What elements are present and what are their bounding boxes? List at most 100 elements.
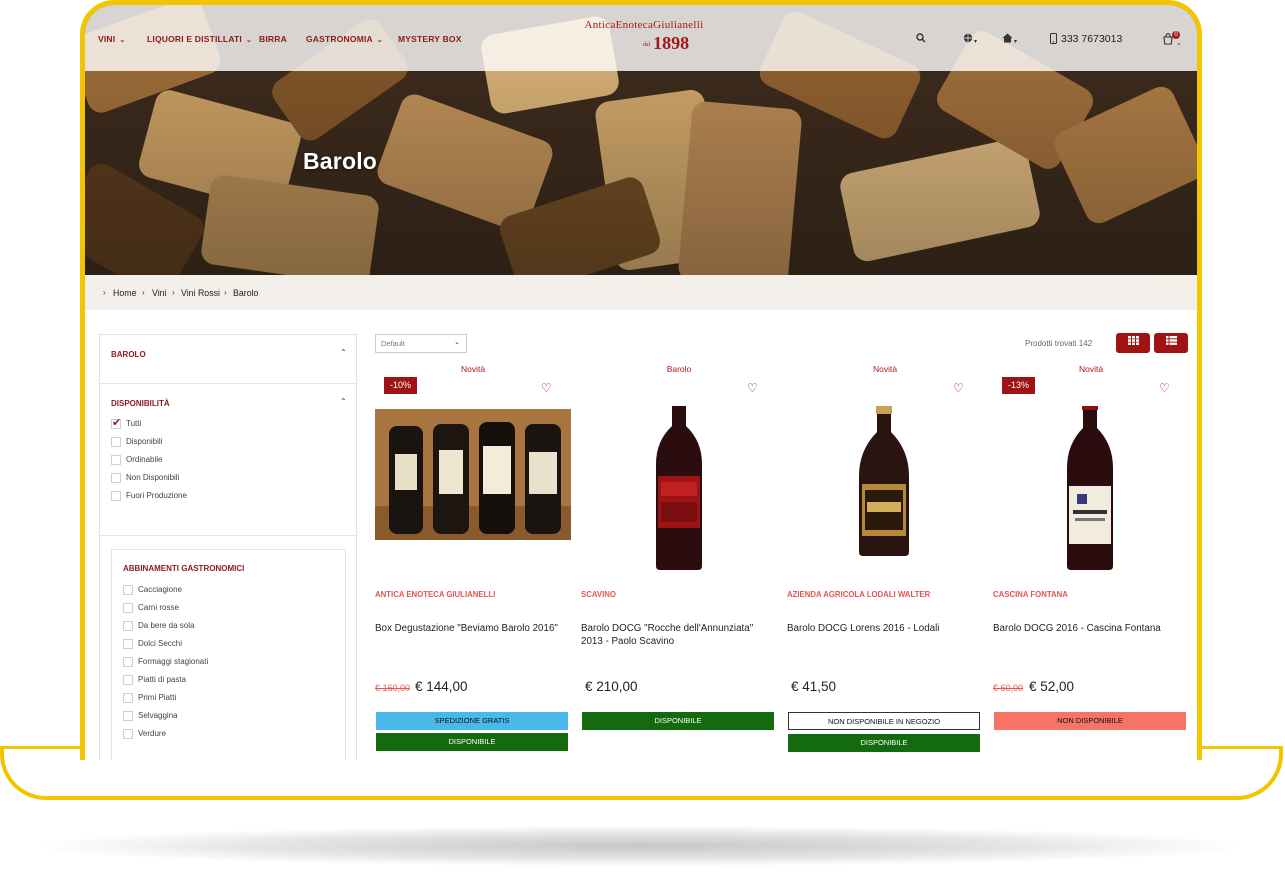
nav-item-liquori[interactable]: LIQUORI E DISTILLATI ⌄ [147, 34, 252, 44]
breadcrumb-vini-rossi[interactable]: Vini Rossi [181, 288, 220, 298]
filter-option-disponibili[interactable]: Disponibili [111, 437, 162, 449]
checkbox[interactable] [111, 455, 121, 465]
filter-option-pairing[interactable]: Piatti di pasta [123, 675, 186, 687]
filter-option-pairing[interactable]: Carni rosse [123, 603, 179, 615]
unavailable-badge: NON DISPONIBILE [994, 712, 1186, 730]
discount-badge: -13% [1002, 377, 1036, 394]
chevron-down-icon: ⌄ [454, 339, 460, 346]
product-price: € 210,00 [585, 679, 638, 694]
availability-button[interactable]: DISPONIBILE [582, 712, 774, 730]
product-image[interactable] [993, 384, 1189, 576]
checkbox[interactable] [123, 639, 133, 649]
checkbox[interactable] [123, 585, 133, 595]
grid-icon [1127, 336, 1139, 345]
product-brand[interactable]: SCAVINO [581, 590, 777, 599]
cart-count-badge: 0 [1172, 31, 1180, 39]
phone-number[interactable]: 333 7673013 [1061, 33, 1122, 45]
checkbox[interactable] [111, 416, 121, 429]
filter-pairings-header[interactable]: ABBINAMENTI GASTRONOMICI [123, 564, 244, 573]
product-image[interactable] [375, 406, 571, 576]
filter-option-ordinabile[interactable]: Ordinabile [111, 455, 162, 467]
filter-option-non-disponibili[interactable]: Non Disponibili [111, 473, 179, 485]
nav-item-gastronomia[interactable]: GASTRONOMIA ⌄ [306, 34, 383, 44]
checkbox[interactable] [111, 473, 121, 483]
product-name[interactable]: Box Degustazione "Beviamo Barolo 2016" [375, 622, 569, 635]
laptop-shadow [40, 826, 1240, 866]
checkbox[interactable] [111, 437, 121, 447]
product-image[interactable] [581, 381, 777, 576]
product-name[interactable]: Barolo DOCG "Rocche dell'Annunziata" 201… [581, 622, 775, 648]
heart-icon[interactable]: ♡ [747, 381, 758, 395]
product-brand[interactable]: ANTICA ENOTECA GIULIANELLI [375, 590, 571, 599]
list-icon [1165, 336, 1177, 345]
product-card[interactable]: Novità ♡ AZIENDA AGRICOLA LODALI WALTER … [787, 361, 983, 760]
checkbox[interactable] [123, 711, 133, 721]
nav-item-vini[interactable]: VINI ⌄ [98, 34, 125, 44]
chevron-down-icon: ⌄ [376, 37, 383, 44]
product-tag: Novità [1078, 364, 1104, 374]
product-card[interactable]: Barolo ♡ SCAVINO Barolo DOCG "Rocche del… [581, 361, 777, 760]
product-name[interactable]: Barolo DOCG Lorens 2016 - Lodali [787, 622, 981, 635]
grid-view-button[interactable] [1116, 333, 1150, 353]
filter-option-pairing[interactable]: Primi Piatti [123, 693, 176, 705]
checkbox[interactable] [123, 729, 133, 739]
nav-item-mystery-box[interactable]: MYSTERY BOX [398, 34, 462, 44]
breadcrumb-home[interactable]: Home [113, 288, 136, 298]
product-name[interactable]: Barolo DOCG 2016 - Cascina Fontana [993, 622, 1187, 635]
product-price: € 41,50 [791, 679, 837, 694]
globe-icon[interactable]: ▾ [963, 33, 977, 46]
chevron-down-icon: ⌄ [245, 37, 253, 44]
divider [99, 383, 357, 384]
filter-option-pairing[interactable]: Selvaggina [123, 711, 178, 723]
phone-icon [1050, 33, 1057, 47]
page-title: Barolo [303, 148, 378, 174]
laptop-frame: Barolo VINI ⌄ LIQUORI E DISTILLATI ⌄ BIRRA… [80, 0, 1202, 760]
heart-icon[interactable]: ♡ [953, 381, 964, 395]
free-shipping-badge: SPEDIZIONE GRATIS [376, 712, 568, 730]
filter-option-pairing[interactable]: Dolci Secchi [123, 639, 182, 651]
filter-option-pairing[interactable]: Da bere da sola [123, 621, 194, 633]
breadcrumb-vini[interactable]: Vini [152, 288, 167, 298]
list-view-button[interactable] [1154, 333, 1188, 353]
product-brand[interactable]: CASCINA FONTANA [993, 590, 1189, 599]
checkbox[interactable] [111, 491, 121, 501]
filter-option-pairing[interactable]: Cacciagione [123, 585, 182, 597]
old-price: € 160,00 [375, 683, 411, 693]
checkbox[interactable] [123, 657, 133, 667]
product-tag: Novità [872, 364, 898, 374]
site-logo[interactable]: AnticaEnotecaGiulianelli dal 1898 [583, 19, 705, 61]
breadcrumb-barolo: Barolo [233, 288, 259, 298]
filter-option-fuori-produzione[interactable]: Fuori Produzione [111, 491, 187, 503]
product-price: € 52,00 [1029, 679, 1075, 694]
breadcrumb: › Home › Vini › Vini Rossi › Barolo [85, 275, 1197, 310]
discount-badge: -10% [384, 377, 418, 394]
logo-year: dal 1898 [642, 33, 690, 53]
chevron-up-icon[interactable]: ⌃ [340, 397, 347, 406]
old-price: € 60,00 [993, 683, 1024, 693]
chevron-up-icon[interactable]: ⌃ [340, 348, 347, 357]
results-count: Prodotti trovati 142 [1025, 339, 1093, 348]
nav-item-birra[interactable]: BIRRA [259, 34, 287, 44]
product-brand[interactable]: AZIENDA AGRICOLA LODALI WALTER [787, 590, 983, 599]
home-icon[interactable]: ▾ [1002, 33, 1017, 46]
filter-barolo-header[interactable]: BAROLO [111, 350, 146, 359]
availability-button[interactable]: DISPONIBILE [788, 734, 980, 752]
sort-dropdown[interactable]: Default ⌄ [375, 334, 467, 353]
checkbox[interactable] [123, 621, 133, 631]
product-card[interactable]: Novità -13% ♡ CASCINA FONTANA Barolo DOC… [993, 361, 1189, 760]
heart-icon[interactable]: ♡ [1159, 381, 1170, 395]
filter-availability-header[interactable]: DISPONIBILITÀ [111, 399, 170, 408]
availability-button[interactable]: DISPONIBILE [376, 733, 568, 751]
product-card[interactable]: Novità -10% ♡ ANTICA ENOTECA GIULIANELLI… [375, 361, 571, 760]
heart-icon[interactable]: ♡ [541, 381, 552, 395]
chevron-down-icon: ⌄ [119, 37, 126, 44]
store-availability-badge: NON DISPONIBILE IN NEGOZIO [788, 712, 980, 730]
filter-option-pairing[interactable]: Verdure [123, 729, 166, 741]
checkbox[interactable] [123, 693, 133, 703]
checkbox[interactable] [123, 603, 133, 613]
filter-option-tutti[interactable]: Tutti [111, 416, 141, 431]
checkbox[interactable] [123, 675, 133, 685]
product-image[interactable] [787, 384, 983, 576]
filter-option-pairing[interactable]: Formaggi stagionati [123, 657, 208, 669]
search-icon[interactable] [916, 33, 926, 46]
